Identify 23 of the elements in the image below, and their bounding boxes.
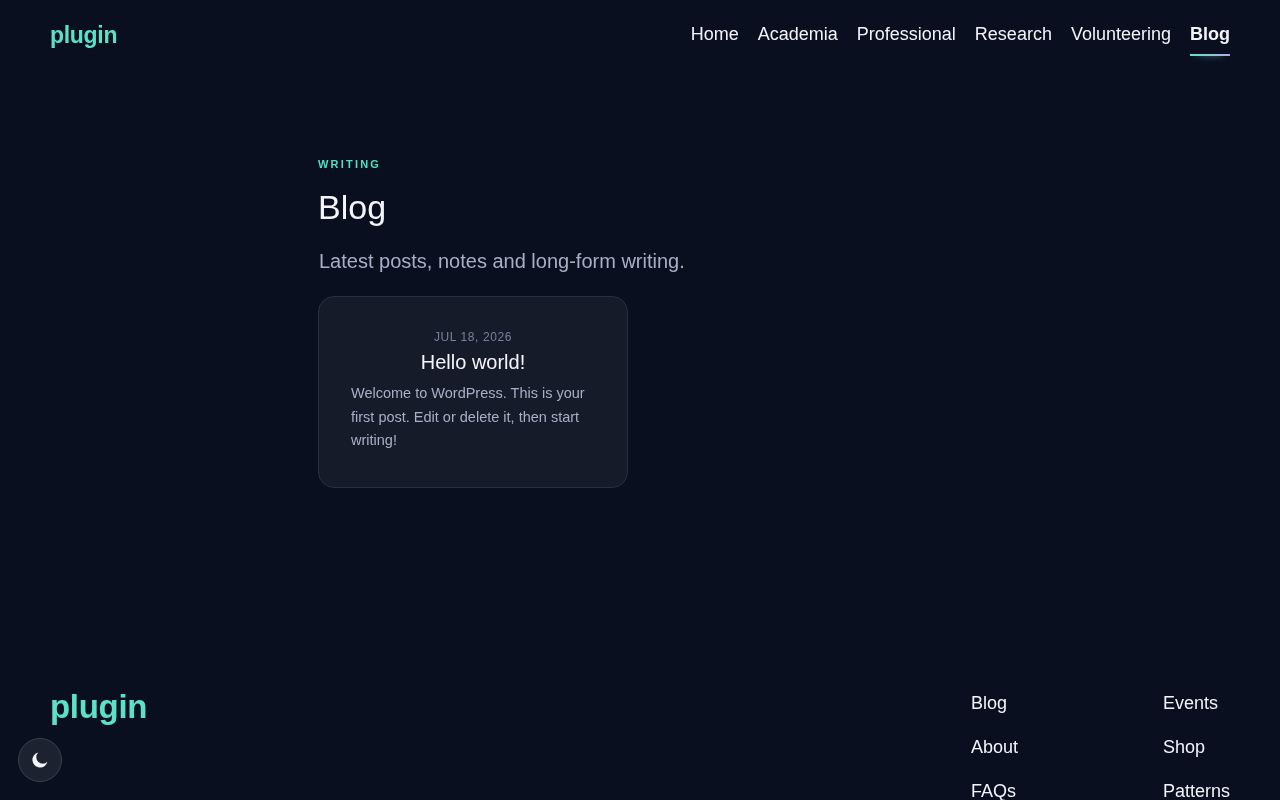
section-eyebrow: WRITING <box>318 158 383 172</box>
theme-toggle-button[interactable] <box>18 738 62 782</box>
post-card[interactable]: JUL 18, 2026 Hello world! Welcome to WordPress. This is your first post. Edit or delete it, then start writing! <box>318 296 628 488</box>
footer-link[interactable]: Patterns <box>1162 780 1230 800</box>
footer-link[interactable]: About <box>970 736 1163 758</box>
nav-link[interactable]: Volunteering <box>1070 14 1171 56</box>
post-date: JUL 18, 2026 <box>432 330 514 345</box>
moon-icon <box>32 752 48 768</box>
post-title[interactable]: Hello world! <box>351 350 595 375</box>
post-excerpt: Welcome to WordPress. This is your first post. Edit or delete it, then start writing! <box>351 384 586 451</box>
footer-link[interactable]: Shop <box>1162 736 1230 758</box>
site-logo[interactable]: plugin <box>50 17 118 53</box>
nav-link[interactable]: Blog <box>1190 14 1230 56</box>
footer-link[interactable]: Blog <box>970 692 1163 714</box>
page-title: Blog <box>318 187 388 228</box>
footer-link[interactable]: FAQs <box>970 780 1163 800</box>
footer-logo[interactable]: plugin <box>50 689 148 726</box>
footer-link[interactable]: Events <box>1162 692 1230 714</box>
nav-link[interactable]: Academia <box>757 14 838 56</box>
nav-link[interactable]: Research <box>974 14 1052 56</box>
page-subtitle: Latest posts, notes and long-form writing. <box>319 249 686 274</box>
nav-link[interactable]: Professional <box>856 14 956 56</box>
nav-link[interactable]: Home <box>690 14 739 56</box>
